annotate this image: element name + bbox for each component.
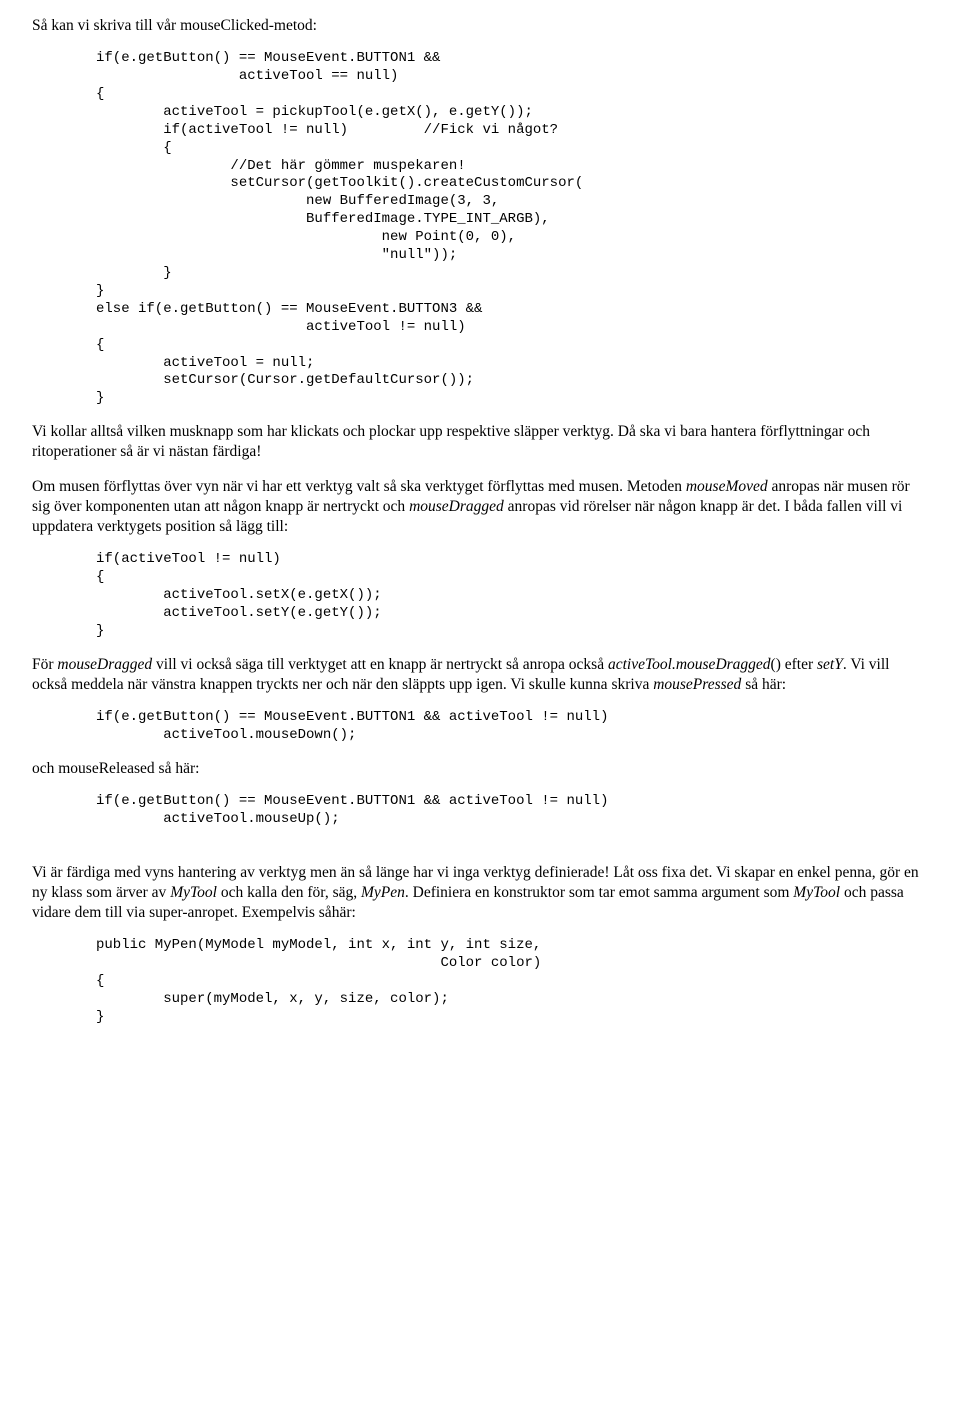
text: För xyxy=(32,656,57,673)
text: vill vi också säga till verktyget att en… xyxy=(152,656,608,673)
code-block-1: if(e.getButton() == MouseEvent.BUTTON1 &… xyxy=(32,50,928,408)
text: så här: xyxy=(741,676,786,693)
paragraph-3: Om musen förflyttas över vyn när vi har … xyxy=(32,477,928,537)
code-block-2: if(activeTool != null) { activeTool.setX… xyxy=(32,551,928,641)
italic-mousemoved: mouseMoved xyxy=(686,478,768,495)
paragraph-intro: Så kan vi skriva till vår mouseClicked-m… xyxy=(32,16,928,36)
italic-mypen: MyPen xyxy=(361,884,405,901)
italic-mousepressed: mousePressed xyxy=(653,676,741,693)
code-block-4: if(e.getButton() == MouseEvent.BUTTON1 &… xyxy=(32,793,928,829)
italic-mousedragged: mouseDragged xyxy=(409,498,504,515)
text: () efter xyxy=(771,656,817,673)
paragraph-6: Vi är färdiga med vyns hantering av verk… xyxy=(32,863,928,923)
text: och kalla den för, säg, xyxy=(217,884,361,901)
text: Om musen förflyttas över vyn när vi har … xyxy=(32,478,686,495)
code-block-5: public MyPen(MyModel myModel, int x, int… xyxy=(32,937,928,1027)
italic-mytool-2: MyTool xyxy=(793,884,840,901)
paragraph-2: Vi kollar alltså vilken musknapp som har… xyxy=(32,422,928,462)
italic-mousedragged-2: mouseDragged xyxy=(57,656,152,673)
paragraph-4: För mouseDragged vill vi också säga till… xyxy=(32,655,928,695)
paragraph-5: och mouseReleased så här: xyxy=(32,759,928,779)
code-block-3: if(e.getButton() == MouseEvent.BUTTON1 &… xyxy=(32,709,928,745)
italic-sety: setY xyxy=(817,656,843,673)
italic-activetool-mousedragged: activeTool.mouseDragged xyxy=(608,656,771,673)
italic-mytool: MyTool xyxy=(170,884,217,901)
text: . Definiera en konstruktor som tar emot … xyxy=(405,884,793,901)
